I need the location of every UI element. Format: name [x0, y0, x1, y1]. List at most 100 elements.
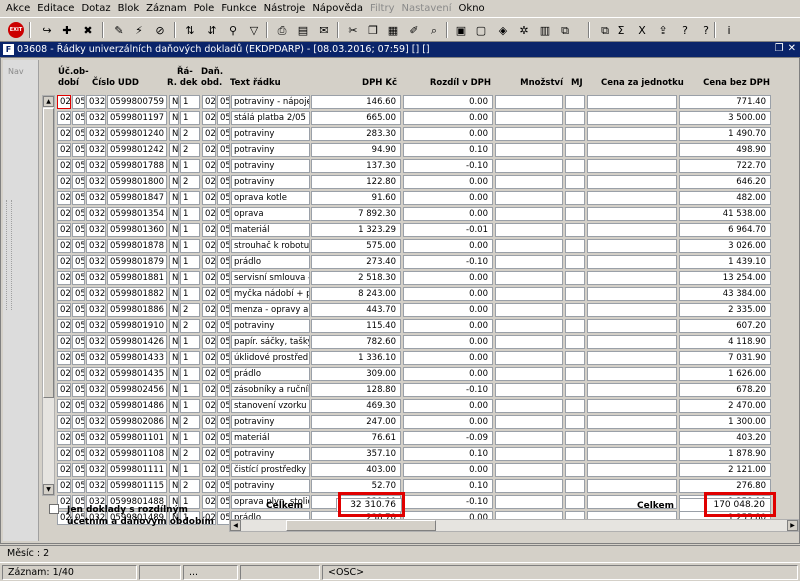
scroll-down-icon[interactable]: ▼ — [43, 484, 54, 495]
cell-uc-mes[interactable]: 05 — [72, 127, 85, 141]
cell-dan-mes[interactable]: 05 — [217, 223, 230, 237]
cell-cena-bez-dph[interactable]: 1 300.00 — [679, 415, 771, 429]
menu-item-6[interactable]: Pole — [191, 3, 218, 14]
cell-uc-obd[interactable]: 02 — [57, 127, 71, 141]
cell-dan-obd[interactable]: 02 — [202, 351, 216, 365]
cell-dan-mes[interactable]: 05 — [217, 239, 230, 253]
menu-item-4[interactable]: Blok — [115, 3, 143, 14]
cell-mnozstvi[interactable] — [495, 463, 563, 477]
cell-cena-za-jednotku[interactable] — [587, 207, 677, 221]
cell-cislo-udd[interactable]: 0599801433 — [107, 351, 167, 365]
cell-cena-bez-dph[interactable]: 4 118.90 — [679, 335, 771, 349]
cell-text-radku[interactable]: oprava kotle — [231, 191, 310, 205]
cell-cena-bez-dph[interactable]: 3 500.00 — [679, 111, 771, 125]
menu-item-9[interactable]: Nápověda — [309, 3, 366, 14]
cell-kod[interactable]: 032 — [86, 287, 106, 301]
cell-uc-mes[interactable]: 05 — [72, 255, 85, 269]
cell-rozdil-dph[interactable]: 0.00 — [403, 319, 493, 333]
cell-cena-za-jednotku[interactable] — [587, 415, 677, 429]
cell-mj[interactable] — [565, 191, 585, 205]
nav-panel[interactable]: Nav — [3, 60, 39, 541]
cell-dan-mes[interactable]: 05 — [217, 159, 230, 173]
cell-mj[interactable] — [565, 479, 585, 493]
table-row[interactable]: 02 05 032 0599800759 N 1 02 05 potraviny - nápoj… — [57, 94, 773, 110]
cell-mnozstvi[interactable] — [495, 191, 563, 205]
cell-dan-mes[interactable]: 05 — [217, 463, 230, 477]
vertical-scroll-thumb[interactable] — [43, 108, 54, 398]
chart-icon[interactable]: ▥ — [536, 21, 554, 39]
cell-mj[interactable] — [565, 159, 585, 173]
help-topic-icon[interactable]: ? — [676, 21, 694, 39]
cell-mj[interactable] — [565, 143, 585, 157]
cell-cena-bez-dph[interactable]: 6 964.70 — [679, 223, 771, 237]
cell-dan-mes[interactable]: 05 — [217, 319, 230, 333]
cell-text-radku[interactable]: prádlo — [231, 367, 310, 381]
cell-mnozstvi[interactable] — [495, 367, 563, 381]
table-row[interactable]: 02 05 032 0599801240 N 2 02 05 potraviny 283.30 0.… — [57, 126, 773, 142]
cell-radek-cislo[interactable]: 1 — [180, 287, 200, 301]
cell-cena-bez-dph[interactable]: 2 335.00 — [679, 303, 771, 317]
cell-uc-mes[interactable]: 05 — [72, 383, 85, 397]
cell-rozdil-dph[interactable]: 0.00 — [403, 127, 493, 141]
cell-cena-za-jednotku[interactable] — [587, 463, 677, 477]
cell-kod[interactable]: 032 — [86, 463, 106, 477]
cell-radek-cislo[interactable]: 2 — [180, 447, 200, 461]
save-icon[interactable]: ↪ — [38, 21, 56, 39]
cell-dan-mes[interactable]: 05 — [217, 143, 230, 157]
help-icon[interactable]: ? — [697, 21, 715, 39]
cell-dan-mes[interactable]: 05 — [217, 255, 230, 269]
cell-cena-za-jednotku[interactable] — [587, 399, 677, 413]
cell-mnozstvi[interactable] — [495, 287, 563, 301]
cell-mnozstvi[interactable] — [495, 399, 563, 413]
cell-dph-kc[interactable]: 2 518.30 — [311, 271, 401, 285]
cell-cislo-udd[interactable]: 0599802456 — [107, 383, 167, 397]
cell-dph-kc[interactable]: 247.00 — [311, 415, 401, 429]
cell-mnozstvi[interactable] — [495, 335, 563, 349]
cell-uc-obd[interactable]: 02 — [57, 95, 71, 109]
table-row[interactable]: 02 05 032 0599801788 N 1 02 05 potraviny 137.30 -0… — [57, 158, 773, 174]
cell-cena-za-jednotku[interactable] — [587, 351, 677, 365]
cell-dan-mes[interactable]: 05 — [217, 479, 230, 493]
cell-text-radku[interactable]: servisní smlouva - I — [231, 271, 310, 285]
cell-mj[interactable] — [565, 303, 585, 317]
cell-radek-n[interactable]: N — [169, 255, 179, 269]
cell-cena-bez-dph[interactable]: 41 538.00 — [679, 207, 771, 221]
cell-dan-mes[interactable]: 05 — [217, 351, 230, 365]
cell-mj[interactable] — [565, 399, 585, 413]
cell-radek-cislo[interactable]: 1 — [180, 111, 200, 125]
table-row[interactable]: 02 05 032 0599801354 N 1 02 05 oprava 7 892.30 0.0… — [57, 206, 773, 222]
find-icon[interactable]: ⚲ — [224, 21, 242, 39]
cell-dan-mes[interactable]: 05 — [217, 191, 230, 205]
table-row[interactable]: 02 05 032 0599801879 N 1 02 05 prádlo 273.40 -0.10… — [57, 254, 773, 270]
cell-radek-cislo[interactable]: 1 — [180, 95, 200, 109]
excel-icon[interactable]: X — [633, 21, 651, 39]
cell-kod[interactable]: 032 — [86, 479, 106, 493]
table-row[interactable]: 02 05 032 0599801101 N 1 02 05 materiál 76.61 -0.0… — [57, 430, 773, 446]
cell-cena-za-jednotku[interactable] — [587, 175, 677, 189]
menu-item-10[interactable]: Filtry — [367, 3, 398, 14]
menu-item-1[interactable]: Akce — [3, 3, 33, 14]
cell-radek-n[interactable]: N — [169, 223, 179, 237]
cell-kod[interactable]: 032 — [86, 383, 106, 397]
cell-kod[interactable]: 032 — [86, 175, 106, 189]
cell-mj[interactable] — [565, 335, 585, 349]
cell-mj[interactable] — [565, 255, 585, 269]
edit-icon[interactable]: ✐ — [405, 21, 423, 39]
cell-uc-obd[interactable]: 02 — [57, 143, 71, 157]
cell-cena-za-jednotku[interactable] — [587, 223, 677, 237]
cell-kod[interactable]: 032 — [86, 335, 106, 349]
cell-text-radku[interactable]: potraviny — [231, 319, 310, 333]
cell-cislo-udd[interactable]: 0599801197 — [107, 111, 167, 125]
cell-rozdil-dph[interactable]: -0.10 — [403, 159, 493, 173]
cell-radek-n[interactable]: N — [169, 175, 179, 189]
cell-kod[interactable]: 032 — [86, 271, 106, 285]
cell-cena-bez-dph[interactable]: 1 490.70 — [679, 127, 771, 141]
cell-radek-n[interactable]: N — [169, 271, 179, 285]
cell-text-radku[interactable]: materiál — [231, 431, 310, 445]
cell-kod[interactable]: 032 — [86, 159, 106, 173]
cell-cena-bez-dph[interactable]: 607.20 — [679, 319, 771, 333]
cell-radek-n[interactable]: N — [169, 431, 179, 445]
cell-cena-bez-dph[interactable]: 3 026.00 — [679, 239, 771, 253]
cell-radek-n[interactable]: N — [169, 479, 179, 493]
horizontal-scrollbar[interactable]: ◀ ▶ — [229, 519, 799, 532]
